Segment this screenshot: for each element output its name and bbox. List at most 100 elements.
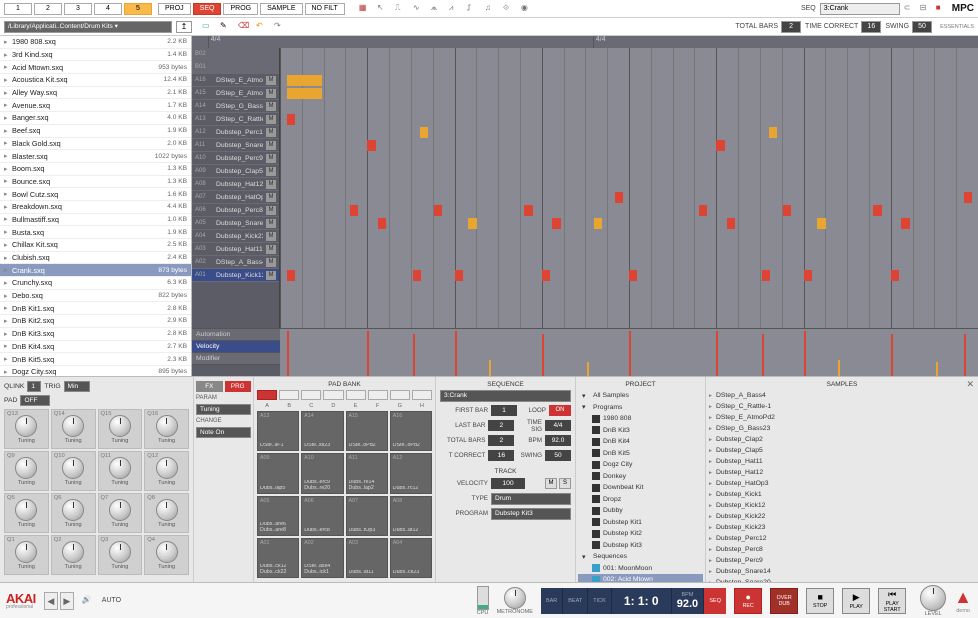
next-button[interactable]: ▶ [60,592,74,610]
total-bars[interactable]: 2 [488,435,514,446]
browser-item[interactable]: ▸DnB Kit1.sxq2.8 KB [0,302,191,315]
browser-item[interactable]: ▸Busta.sxq1.9 KB [0,226,191,239]
mute-icon[interactable]: M [266,180,276,189]
note-block[interactable] [615,192,623,203]
workspace-tab-5[interactable]: 5 [124,3,152,15]
pad[interactable]: A01Dubs..ck12Dubs..ck22 [257,538,299,578]
browser-item[interactable]: ▸Dogz City.sxq895 bytes [0,366,191,376]
qlink-knob[interactable]: Q3Tuning [98,535,143,575]
time-correct-value[interactable]: 16 [861,21,881,33]
pad[interactable]: A04Dubs..ck23 [390,538,432,578]
velocity-bar[interactable] [838,360,840,376]
redo-icon[interactable]: ↷ [274,21,286,33]
grid-icon[interactable]: ▦ [359,3,371,15]
bank-tab[interactable] [279,390,299,400]
fx-tab[interactable]: FX [196,381,223,392]
tree-item[interactable]: Dropz [578,494,703,506]
sample-item[interactable]: DStep_E_AtmoPd2 [708,412,976,423]
tree-item[interactable]: Donkey [578,471,703,483]
pad[interactable]: A13DSte..le-1 [257,411,299,451]
tree-item[interactable]: ▾Programs [578,402,703,414]
swing-value[interactable]: 50 [912,21,932,33]
track-velocity[interactable]: 100 [491,478,525,489]
tree-item[interactable]: Dubstep Kit3 [578,540,703,552]
note-canvas[interactable] [280,48,978,328]
bank-tab[interactable] [390,390,410,400]
qlink-knob[interactable]: Q4Tuning [144,535,189,575]
env-icon[interactable]: ⩘ [449,3,461,15]
tree-item[interactable]: 001: MoonMoon [578,563,703,575]
workspace-tab-3[interactable]: 3 [64,3,92,15]
loop-toggle[interactable]: ON [549,405,571,416]
velocity-bar[interactable] [762,334,764,376]
path-dropdown[interactable]: /Library/Applicati..Content/Drum Kits ▾ [4,21,172,33]
velocity-bar[interactable] [804,331,806,376]
timesig[interactable]: 4/4 [545,420,571,431]
note-block[interactable] [783,205,791,216]
note-block[interactable] [891,270,899,281]
track-label[interactable]: A09Dubstep_Clap5M [192,165,279,178]
qlink-knob[interactable]: Q16Tuning [144,409,189,449]
sample-item[interactable]: Dubstep_Clap2 [708,434,976,445]
track-label[interactable]: A15DStep_E_AtmoPd2M [192,87,279,100]
note-block[interactable] [287,88,322,99]
qlink-knob[interactable]: Q12Tuning [144,451,189,491]
sample-item[interactable]: Dubstep_Snare20 [708,577,976,582]
sample-item[interactable]: Dubstep_Snare14 [708,566,976,577]
change-select[interactable]: Note On [196,427,251,438]
param-select[interactable]: Tuning [196,404,251,415]
mute-icon[interactable]: M [266,154,276,163]
qlink-knob[interactable]: Q11Tuning [98,451,143,491]
peaks-icon[interactable]: ⩕ [431,3,443,15]
bank-tab[interactable] [412,390,432,400]
play-start-button[interactable]: ⏮PLAY START [878,588,906,614]
note-block[interactable] [350,205,358,216]
fx-icon[interactable]: ⟐ [503,3,515,15]
bank-tab[interactable] [257,390,277,400]
note-block[interactable] [524,205,532,216]
file-browser[interactable]: ▸1980 808.sxq2.2 KB▸3rd Kind.sxq1.4 KB▸A… [0,36,192,376]
sequence-select[interactable]: 3:Crank [820,3,900,15]
metronome[interactable]: METRONOME [497,587,533,615]
pad[interactable]: A05Dubs..are6Dubs..are8 [257,496,299,536]
sample-item[interactable]: Dubstep_Kick23 [708,522,976,533]
tree-item[interactable]: Dubstep Kit2 [578,528,703,540]
velocity-bar[interactable] [489,360,491,376]
note-block[interactable] [762,270,770,281]
note-block[interactable] [901,218,909,229]
tree-item[interactable]: 002: Acid Mtown [578,574,703,582]
mute-icon[interactable]: M [266,219,276,228]
browser-item[interactable]: ▸Crunchy.sxq6.3 KB [0,277,191,290]
midi-icon[interactable]: ◉ [521,3,533,15]
browser-item[interactable]: ▸Black Gold.sxq2.0 KB [0,138,191,151]
note-block[interactable] [287,75,322,86]
track-label[interactable]: A01Dubstep_Kick12M [192,269,279,282]
workspace-tab-2[interactable]: 2 [34,3,62,15]
note-block[interactable] [455,270,463,281]
pad[interactable]: A06Dubs..erc8 [301,496,343,536]
browser-item[interactable]: ▸Breakdown.sxq4.4 KB [0,201,191,214]
note-icon[interactable]: ♫ [485,3,497,15]
undo-icon[interactable]: ↶ [256,21,268,33]
qlink-knob[interactable]: Q6Tuning [51,493,96,533]
browser-item[interactable]: ▸DnB Kit3.sxq2.8 KB [0,328,191,341]
track-label[interactable]: A13DStep_C_Rattle-1M [192,113,279,126]
tree-item[interactable]: Downbeat Kit [578,482,703,494]
note-block[interactable] [434,205,442,216]
seq-swing[interactable]: 50 [545,450,571,461]
browser-item[interactable]: ▸Acid Mtown.sxq953 bytes [0,61,191,74]
workspace-tab-4[interactable]: 4 [94,3,122,15]
sample-item[interactable]: Dubstep_Hat12 [708,467,976,478]
note-block[interactable] [716,140,724,151]
note-block[interactable] [367,140,375,151]
mute-icon[interactable]: M [266,167,276,176]
warning-icon[interactable]: ▲demo [954,587,972,614]
sample-list[interactable]: DStep_A_Bass4DStep_C_Rattle-1DStep_E_Atm… [708,390,976,582]
velocity-bar[interactable] [413,334,415,376]
prg-tab[interactable]: PRG [225,381,252,392]
overdub-button[interactable]: OVER DUB [770,588,798,614]
track-label[interactable]: A12Dubstep_Perc12M [192,126,279,139]
browser-item[interactable]: ▸DnB Kit5.sxq2.3 KB [0,353,191,366]
tree-item[interactable]: ▾All Samples [578,390,703,402]
note-block[interactable] [594,218,602,229]
